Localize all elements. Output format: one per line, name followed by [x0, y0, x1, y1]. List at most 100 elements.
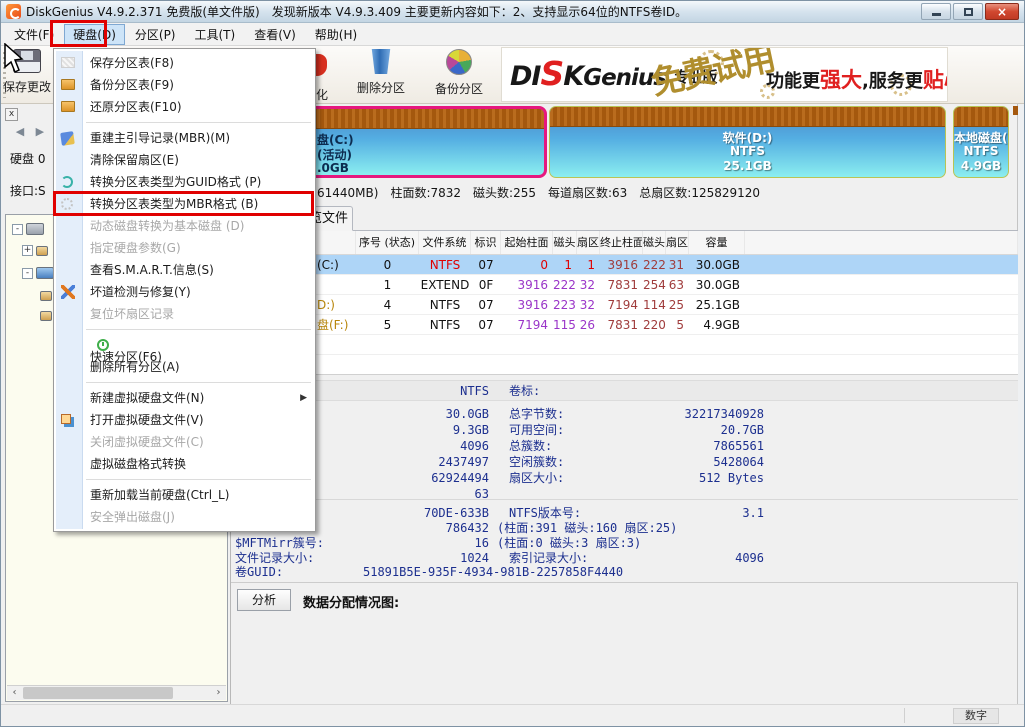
- collapse-icon[interactable]: -: [22, 267, 33, 279]
- minimize-button[interactable]: [921, 3, 951, 20]
- trash-icon: [371, 49, 391, 74]
- maximize-icon: [963, 7, 973, 16]
- analyze-button[interactable]: 分析: [237, 589, 291, 611]
- tree-node[interactable]: [37, 311, 52, 322]
- quick-partition-clock-icon: [97, 339, 109, 351]
- detail-row: 62924494 扇区大小: 512 Bytes: [431, 471, 764, 485]
- partition-bar-d[interactable]: 软件(D:) NTFS 25.1GB: [549, 106, 946, 178]
- menu-item-reload-current-disk[interactable]: 重新加载当前硬盘(Ctrl_L): [54, 484, 315, 506]
- maximize-button[interactable]: [953, 3, 983, 20]
- menu-help[interactable]: 帮助(H): [306, 24, 366, 45]
- expand-icon[interactable]: +: [22, 245, 33, 256]
- menu-item-new-virtual-disk[interactable]: 新建虚拟硬盘文件(N) ▶: [54, 387, 315, 409]
- disk-menu-popup: 保存分区表(F8) 备份分区表(F9) 还原分区表(F10) 重建主引导记录(M…: [53, 48, 316, 532]
- close-button[interactable]: ×: [985, 3, 1019, 20]
- menu-item-delete-all-partitions[interactable]: 删除所有分区(A): [54, 356, 315, 378]
- menu-item-convert-vdisk-format[interactable]: 虚拟磁盘格式转换: [54, 453, 315, 475]
- bad-track-tools-icon: [61, 285, 75, 299]
- tree-node[interactable]: +: [22, 245, 48, 256]
- prev-disk-button[interactable]: ◀: [12, 124, 28, 140]
- convert-guid-icon: [61, 176, 73, 188]
- menu-item-safe-eject: 安全弹出磁盘(J): [90, 510, 175, 524]
- window-controls: ×: [921, 3, 1019, 20]
- partition-icon: [36, 245, 48, 256]
- format-button[interactable]: 化: [316, 86, 328, 103]
- scroll-left-arrow[interactable]: ‹: [7, 686, 22, 700]
- interface-label: 接口:S: [10, 184, 46, 198]
- table-row-extend[interactable]: 1 EXTEND 0F 3916 222 32 7831 254 63 30.0…: [231, 275, 1018, 295]
- table-row-d[interactable]: D:) 4 NTFS 07 3916 223 32 7194 114 25 25…: [231, 295, 1018, 315]
- table-row-empty: [231, 355, 1018, 375]
- menu-view[interactable]: 查看(V): [245, 24, 305, 45]
- scrollbar-thumb[interactable]: [23, 687, 173, 699]
- detail-row: 4096 总簇数: 7865561: [460, 439, 764, 453]
- scroll-right-arrow[interactable]: ›: [211, 686, 226, 700]
- allocation-map-label: 数据分配情况图:: [303, 596, 400, 611]
- menu-item-save-partition-table: 保存分区表(F8): [54, 52, 315, 74]
- menu-separator: [54, 118, 315, 127]
- disk-label: 硬盘 0: [10, 152, 46, 166]
- tree-node[interactable]: -: [22, 267, 54, 279]
- partition-icon: [36, 267, 54, 279]
- open-vdisk-icon: [61, 414, 71, 424]
- pie-chart-icon: [446, 49, 472, 75]
- menu-item-quick-partition[interactable]: 快速分区(F6): [54, 334, 315, 364]
- table-header-row: 序号 (状态) 文件系统 标识 起始柱面 磁头 扇区 终止柱面 磁头 扇区 容量: [231, 231, 1018, 255]
- partition-icon: [40, 311, 52, 321]
- main-panel: 盘(C:) (活动) .0GB 软件(D:) NTFS 25.1GB 本地磁盘(…: [231, 104, 1018, 706]
- detail-row: 786432 (柱面:391 磁头:160 扇区:25): [445, 521, 678, 535]
- diskgenius-window: DiskGenius V4.9.2.371 免费版(单文件版) 发现新版本 V4…: [0, 0, 1025, 727]
- partition-bar-clipped-edge: [1013, 106, 1018, 115]
- detail-row: NTFS 卷标:: [460, 384, 541, 398]
- disk-geometry-line: 61440MB) 柱面数:7832 磁头数:255 每道扇区数:63 总扇区数:…: [317, 186, 761, 200]
- partition-bar-top: [954, 107, 1008, 127]
- horizontal-scrollbar[interactable]: ‹ ›: [7, 685, 226, 700]
- statusbar-divider: [904, 708, 905, 723]
- detail-row: 9.3GB 可用空间: 20.7GB: [452, 423, 764, 437]
- tree-node-disk[interactable]: -: [12, 223, 44, 235]
- annotation-box-disk-menu: [50, 20, 107, 47]
- ad-banner[interactable]: DISKGenius 专业版 免费试用 功能更强大,服务更贴心: [501, 47, 948, 102]
- menu-item-clear-reserved-sectors[interactable]: 清除保留扇区(E): [54, 149, 315, 171]
- collapse-icon[interactable]: -: [12, 223, 23, 235]
- menu-item-rebuild-mbr[interactable]: 重建主引导记录(MBR)(M): [54, 127, 315, 149]
- section-divider: [231, 582, 1018, 583]
- menu-item-reset-bad-sectors: 复位坏扇区记录: [90, 307, 175, 321]
- delete-partition-button[interactable]: 删除分区: [342, 49, 420, 96]
- backup-table-icon: [61, 79, 75, 90]
- menu-item-convert-to-guid[interactable]: 转换分区表类型为GUID格式 (P): [54, 171, 315, 193]
- partition-bar-f[interactable]: 本地磁盘(F:) NTFS 4.9GB: [953, 106, 1009, 178]
- minimize-icon: [931, 13, 941, 16]
- menu-item-restore-partition-table[interactable]: 还原分区表(F10): [54, 96, 315, 118]
- annotation-box-convert-mbr: [53, 191, 314, 216]
- panel-close-button[interactable]: x: [5, 108, 18, 121]
- next-disk-button[interactable]: ▶: [32, 124, 48, 140]
- mouse-cursor: [4, 43, 24, 74]
- app-logo-icon: [6, 4, 21, 19]
- partition-icon: [40, 291, 52, 301]
- menu-item-close-virtual-disk: 关闭虚拟硬盘文件(C): [90, 435, 204, 449]
- tree-node[interactable]: [37, 291, 52, 302]
- numlock-indicator: 数字: [953, 708, 999, 724]
- table-row-c[interactable]: (C:) 0 NTFS 07 0 1 1 3916 222 31 30.0GB: [231, 255, 1018, 275]
- menu-tools[interactable]: 工具(T): [186, 24, 245, 45]
- menu-item-view-smart[interactable]: 查看S.M.A.R.T.信息(S): [54, 259, 315, 281]
- banner-slogan: 功能更强大,服务更贴心: [766, 68, 947, 92]
- menu-separator: [54, 325, 315, 334]
- menu-item-bad-track-check[interactable]: 坏道检测与修复(Y): [54, 281, 315, 303]
- details-divider: [231, 499, 1018, 500]
- menu-partition[interactable]: 分区(P): [126, 24, 185, 45]
- menu-item-backup-partition-table[interactable]: 备份分区表(F9): [54, 74, 315, 96]
- disk-nav: ◀ ▶: [12, 124, 48, 140]
- titlebar: DiskGenius V4.9.2.371 免费版(单文件版) 发现新版本 V4…: [1, 1, 1024, 23]
- statusbar: 数字: [1, 704, 1024, 726]
- menu-separator: [54, 475, 315, 484]
- menu-item-open-virtual-disk[interactable]: 打开虚拟硬盘文件(V): [54, 409, 315, 431]
- table-row-f[interactable]: 盘(F:) 5 NTFS 07 7194 115 26 7831 220 5 4…: [231, 315, 1018, 335]
- analyze-section: 分析 数据分配情况图:: [231, 585, 1018, 615]
- window-title: DiskGenius V4.9.2.371 免费版(单文件版) 发现新版本 V4…: [26, 5, 688, 19]
- disk-icon: [26, 223, 44, 235]
- backup-partition-button[interactable]: 备份分区: [420, 49, 498, 97]
- menu-separator: [54, 378, 315, 387]
- partition-bar-top: [550, 107, 945, 127]
